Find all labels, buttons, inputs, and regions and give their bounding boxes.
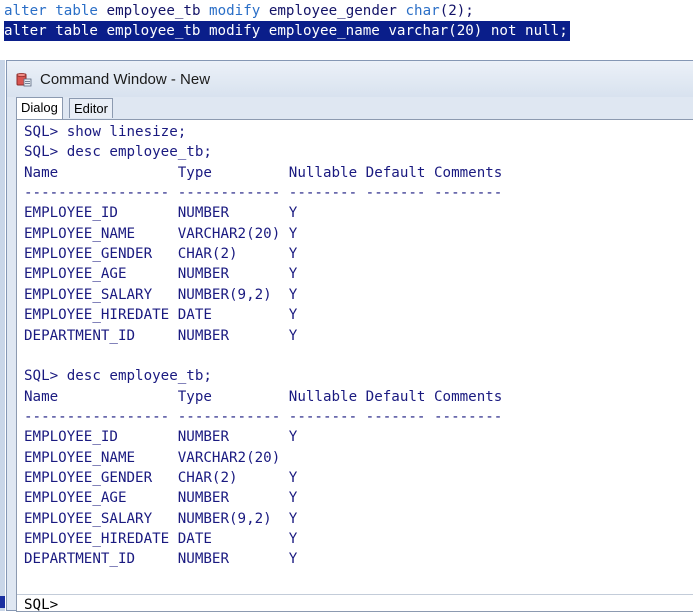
console-line: EMPLOYEE_GENDER CHAR(2) Y [24, 246, 298, 263]
console-line: EMPLOYEE_GENDER CHAR(2) Y [24, 469, 298, 486]
console-line: EMPLOYEE_HIREDATE DATE Y [24, 307, 298, 324]
editor-line-1[interactable]: alter table employee_tb modify employee_… [4, 1, 474, 21]
console-line: EMPLOYEE_NAME VARCHAR2(20) Y [24, 225, 298, 242]
database-icon [16, 72, 32, 87]
background-selection-edge [0, 596, 5, 608]
window-title: Command Window - New [40, 71, 211, 88]
console-output[interactable]: SQL> show linesize; SQL> desc employee_t… [16, 119, 693, 615]
console-line: DEPARTMENT_ID NUMBER Y [24, 551, 298, 568]
keyword: char [405, 3, 440, 19]
console-line: SQL> show linesize; [24, 124, 187, 140]
command-window[interactable]: Command Window - New Dialog Editor SQL> … [6, 60, 693, 615]
console-line: ----------------- ------------ -------- … [24, 185, 503, 202]
console-line: EMPLOYEE_NAME VARCHAR2(20) [24, 449, 281, 466]
keyword: modify [209, 3, 261, 19]
column-name: employee_gender [268, 3, 397, 19]
console-line: EMPLOYEE_AGE NUMBER Y [24, 266, 298, 283]
console-line: EMPLOYEE_SALARY NUMBER(9,2) Y [24, 510, 298, 527]
console-line: EMPLOYEE_AGE NUMBER Y [24, 490, 298, 507]
editor-line-2-selected[interactable]: alter table employee_tb modify employee_… [4, 21, 570, 41]
console-line: EMPLOYEE_HIREDATE DATE Y [24, 531, 298, 547]
console-line: Name Type Nullable Default Comments [24, 388, 503, 405]
console-line: EMPLOYEE_ID NUMBER Y [24, 205, 298, 222]
console-line: SQL> desc employee_tb; [24, 144, 212, 161]
console-line: EMPLOYEE_SALARY NUMBER(9,2) Y [24, 286, 298, 303]
window-titlebar[interactable]: Command Window - New [7, 61, 693, 97]
background-window-edge [0, 60, 5, 611]
keyword: table [55, 3, 98, 19]
console-line: ----------------- ------------ -------- … [24, 408, 503, 425]
console-line: Name Type Nullable Default Comments [24, 164, 503, 181]
tab-editor[interactable]: Editor [69, 98, 113, 118]
table-name: employee_tb [106, 3, 201, 19]
sql-prompt-input[interactable]: SQL> [17, 594, 693, 615]
code-rest: (2); [439, 3, 474, 19]
sql-editor[interactable]: alter table employee_tb modify employee_… [0, 0, 693, 60]
console-line: DEPARTMENT_ID NUMBER Y [24, 327, 298, 344]
keyword: alter [4, 3, 47, 19]
console-line: EMPLOYEE_ID NUMBER Y [24, 429, 298, 446]
tab-bar: Dialog Editor [7, 97, 693, 119]
tab-dialog[interactable]: Dialog [16, 97, 63, 119]
console-line: SQL> desc employee_tb; [24, 368, 212, 385]
